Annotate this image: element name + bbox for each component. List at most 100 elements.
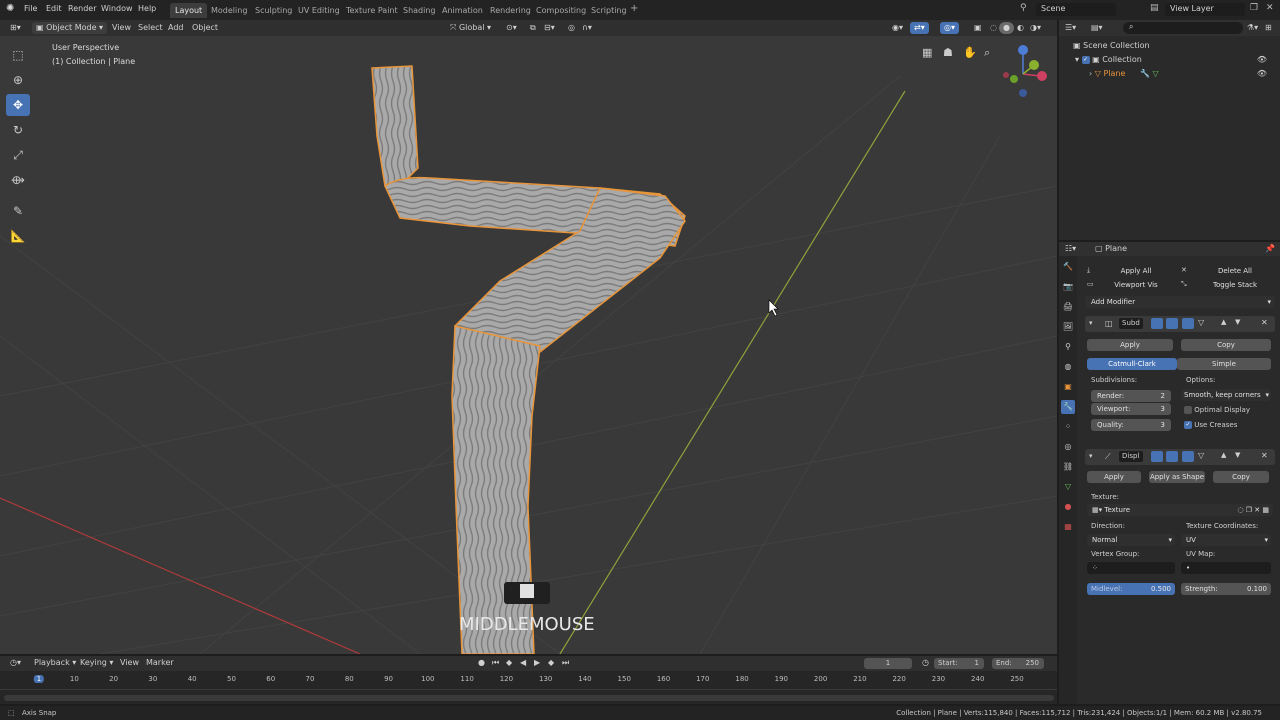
scale-tool-icon[interactable]: ⤢ (6, 144, 30, 166)
use-creases-check[interactable]: ✓ (1184, 421, 1192, 429)
apply-all-button[interactable]: Apply All (1099, 265, 1173, 277)
prev-keyframe-icon[interactable]: ◆ (502, 657, 516, 669)
menu-edit[interactable]: Edit (46, 4, 62, 13)
xray-icon[interactable]: ▣ (970, 22, 986, 34)
pan-hand-icon[interactable]: ✋ (963, 46, 977, 59)
jump-end-icon[interactable]: ⏭ (558, 657, 573, 669)
subsurf-move-down-icon[interactable]: ▼ (1235, 318, 1240, 326)
material-tab-icon[interactable]: ● (1061, 500, 1075, 514)
midlevel-slider[interactable]: Midlevel: 0.500 (1087, 583, 1175, 595)
texture-tab-icon[interactable]: ▦ (1061, 520, 1075, 534)
outliner-row-plane[interactable]: › ▽ Plane 🔧 ▽ 👁 (1089, 69, 1273, 78)
plane-eye-icon[interactable]: 👁 (1257, 69, 1267, 78)
viewport-vis-button[interactable]: Viewport Vis (1099, 279, 1173, 291)
next-keyframe-icon[interactable]: ◆ (544, 657, 558, 669)
move-tool-icon[interactable]: ✥ (6, 94, 30, 116)
record-icon[interactable]: ● (474, 657, 489, 669)
constraints-tab-icon[interactable]: ⛓ (1061, 460, 1075, 474)
new-collection-icon[interactable]: ⊞ (1265, 23, 1272, 32)
visibility-icon[interactable]: ◉▾ (888, 22, 907, 34)
solid-shading-icon[interactable]: ● (999, 22, 1014, 34)
editor-type-icon[interactable]: ⊞▾ (6, 22, 25, 34)
displace-move-up-icon[interactable]: ▲ (1221, 451, 1226, 459)
tab-modeling[interactable]: Modeling (206, 3, 252, 18)
displace-name-field[interactable]: Displ (1119, 451, 1143, 462)
catmull-clark-button[interactable]: Catmull-Clark (1087, 358, 1177, 370)
delete-all-button[interactable]: Delete All (1195, 265, 1275, 277)
subsurf-name-field[interactable]: Subd (1119, 318, 1143, 329)
subsurf-collapse-icon[interactable]: ▾ (1089, 319, 1093, 327)
rotate-tool-icon[interactable]: ↻ (6, 119, 30, 141)
snap-icon[interactable]: ⧉ (526, 22, 540, 34)
menu-select[interactable]: Select (134, 22, 167, 34)
view-layer-tab-icon[interactable]: 🖼 (1061, 320, 1075, 334)
displace-apply-button[interactable]: Apply (1087, 471, 1141, 483)
subsurf-remove-icon[interactable]: ✕ (1261, 318, 1268, 327)
world-tab-icon[interactable]: ◍ (1061, 360, 1075, 374)
tab-rendering[interactable]: Rendering (485, 3, 536, 18)
plane-mesh[interactable] (371, 65, 686, 654)
proportional-edit-icon[interactable]: ◎ (564, 22, 579, 34)
blender-logo-icon[interactable]: ✺ (6, 3, 14, 14)
subsurf-editmode-toggle-icon[interactable] (1151, 318, 1163, 329)
pin-icon[interactable]: 📌 (1265, 244, 1275, 253)
scene-tab-icon[interactable]: ⚲ (1061, 340, 1075, 354)
render-levels-field[interactable]: Render: 2 (1091, 390, 1171, 402)
play-icon[interactable]: ▶ (530, 657, 544, 669)
jump-start-icon[interactable]: ⏮ (488, 657, 503, 669)
displace-viewport-toggle-icon[interactable] (1166, 451, 1178, 462)
display-mode-icon[interactable]: ▤▾ (1091, 23, 1103, 32)
gizmo-y-axis[interactable] (1029, 60, 1039, 70)
direction-dropdown[interactable]: Normal ▾ (1087, 534, 1175, 546)
timeline-scrollbar[interactable] (4, 695, 1054, 701)
particles-tab-icon[interactable]: ⁘ (1061, 420, 1075, 434)
simple-button[interactable]: Simple (1177, 358, 1271, 370)
current-frame-field[interactable]: 1 (864, 658, 912, 669)
tab-compositing[interactable]: Compositing (531, 3, 591, 18)
collection-checkbox[interactable]: ✓ (1081, 55, 1090, 64)
measure-tool-icon[interactable]: 📐 (6, 225, 30, 247)
tab-animation[interactable]: Animation (437, 3, 488, 18)
physics-tab-icon[interactable]: ◎ (1061, 440, 1075, 454)
navigation-gizmo[interactable] (1003, 45, 1047, 97)
displace-move-down-icon[interactable]: ▼ (1235, 451, 1240, 459)
data-tab-icon[interactable]: ▽ (1061, 480, 1075, 494)
3d-viewport[interactable]: User Perspective (1) Collection | Plane … (0, 36, 1057, 654)
menu-playback[interactable]: Playback ▾ (30, 657, 80, 669)
outliner-row-collection[interactable]: ▾ ✓ ▣ Collection 👁 (1075, 55, 1273, 64)
texture-selector[interactable]: ▦▾ Texture ◌ ❐ ✕ ▦ (1087, 504, 1273, 516)
menu-render[interactable]: Render (68, 4, 96, 13)
persp-ortho-icon[interactable]: ▦ (922, 46, 932, 59)
apply-as-shape-button[interactable]: Apply as Shape (1149, 471, 1205, 483)
uv-smooth-dropdown[interactable]: Smooth, keep corners ▾ (1181, 389, 1271, 401)
tab-sculpting[interactable]: Sculpting (250, 3, 297, 18)
overlay-toggle-icon[interactable]: ◎▾ (940, 22, 959, 34)
tab-shading[interactable]: Shading (398, 3, 441, 18)
outliner-row-scene-collection[interactable]: ▣ Scene Collection (1073, 41, 1150, 50)
output-tab-icon[interactable]: 🖨 (1061, 300, 1075, 314)
menu-view[interactable]: View (108, 22, 135, 34)
tab-texture-paint[interactable]: Texture Paint (341, 3, 403, 18)
play-reverse-icon[interactable]: ◀ (516, 657, 530, 669)
subsurf-apply-button[interactable]: Apply (1087, 339, 1173, 351)
collapse-arrow-icon[interactable]: ▾ (1075, 55, 1079, 64)
optimal-display-check[interactable] (1184, 406, 1192, 414)
menu-object[interactable]: Object (188, 22, 222, 34)
add-workspace-icon[interactable]: + (630, 3, 638, 14)
displace-modifier-header[interactable]: ▾ ⟋ Displ ▽ ▲ ▼ ✕ (1085, 449, 1275, 465)
subsurf-move-up-icon[interactable]: ▲ (1221, 318, 1226, 326)
texture-actions-icon[interactable]: ◌ ❐ ✕ ▦ (1237, 504, 1269, 516)
mode-selector[interactable]: ▣ Object Mode ▾ (32, 22, 108, 34)
cursor-tool-icon[interactable]: ⊕ (6, 69, 30, 91)
uv-map-field[interactable]: • (1181, 562, 1271, 574)
tab-scripting[interactable]: Scripting (586, 3, 632, 18)
toggle-stack-button[interactable]: Toggle Stack (1195, 279, 1275, 291)
transform-orientation[interactable]: ⤧ Global ▾ (446, 22, 495, 34)
scene-icon[interactable]: ⚲ (1020, 3, 1027, 13)
annotate-tool-icon[interactable]: ✎ (6, 200, 30, 222)
remove-view-layer-icon[interactable]: ✕ (1266, 3, 1274, 13)
viewport-levels-field[interactable]: Viewport: 3 (1091, 403, 1171, 415)
quality-field[interactable]: Quality: 3 (1091, 419, 1171, 431)
displace-copy-button[interactable]: Copy (1213, 471, 1269, 483)
preview-range-icon[interactable]: ◷ (918, 657, 933, 669)
